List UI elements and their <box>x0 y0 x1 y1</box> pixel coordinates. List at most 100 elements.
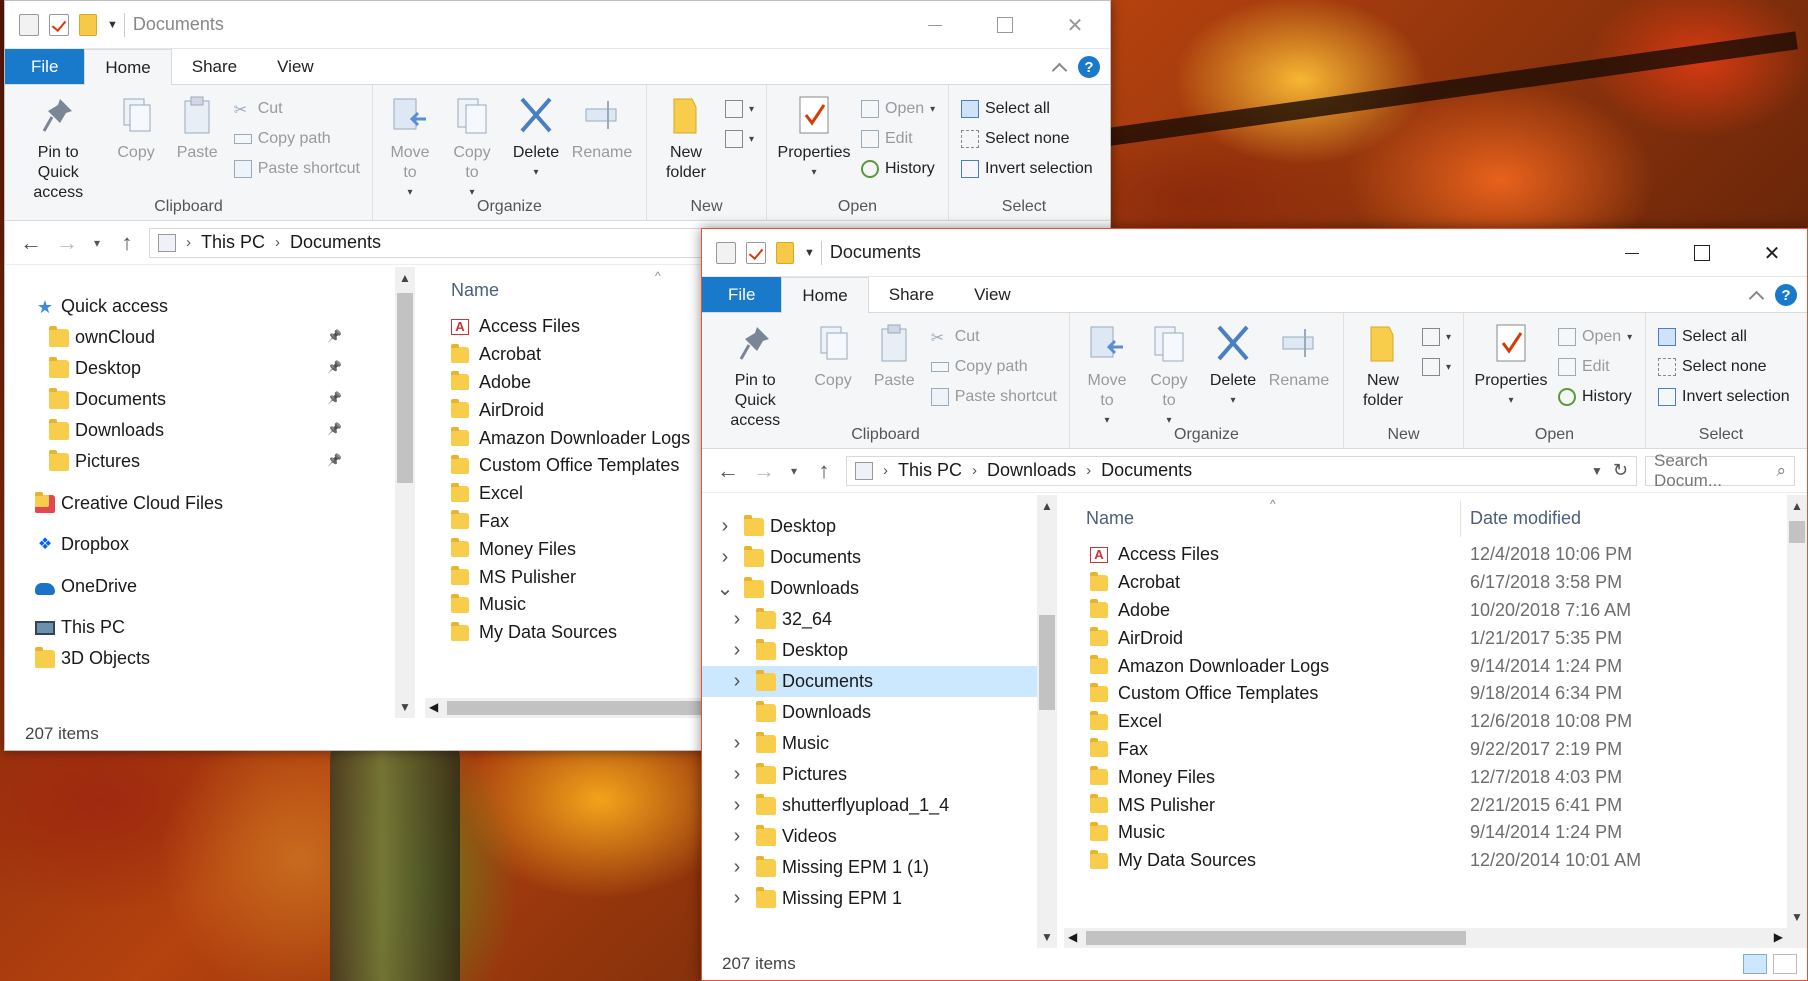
nav-item[interactable]: › Music <box>702 728 1037 759</box>
paste-shortcut-button[interactable]: Paste shortcut <box>930 385 1057 409</box>
invert-selection-button[interactable]: Invert selection <box>1658 385 1790 409</box>
tab-share[interactable]: Share <box>869 277 954 312</box>
tab-view[interactable]: View <box>954 277 1031 312</box>
nav-item[interactable]: › Desktop <box>702 635 1037 666</box>
chevron-right-icon[interactable]: › <box>726 887 748 910</box>
help-icon[interactable]: ? <box>1775 284 1797 306</box>
open-button[interactable]: Open ▾ <box>861 97 935 121</box>
paste-shortcut-button[interactable]: Paste shortcut <box>233 157 360 181</box>
file-row[interactable]: Adobe 10/20/2018 7:16 AM <box>1064 597 1787 625</box>
file-row[interactable]: Excel 12/6/2018 10:08 PM <box>1064 708 1787 736</box>
column-header-name[interactable]: Name <box>1086 508 1134 529</box>
address-bar[interactable]: › This PC › Downloads › Documents ▼ ↻ <box>846 455 1637 486</box>
minimize-button[interactable] <box>900 1 970 49</box>
nav-item[interactable]: ❖ Dropbox <box>35 529 129 560</box>
breadcrumb-documents[interactable]: Documents <box>290 232 381 253</box>
scroll-left-icon[interactable]: ◀ <box>1068 930 1077 944</box>
scroll-down-icon[interactable]: ▼ <box>1037 930 1057 944</box>
scroll-down-icon[interactable]: ▼ <box>395 700 415 714</box>
nav-item[interactable]: › 32_64 <box>702 604 1037 635</box>
pinned-icon[interactable]: 📌 <box>327 453 342 467</box>
scroll-up-icon[interactable]: ▲ <box>395 271 415 285</box>
breadcrumb-separator-icon[interactable]: › <box>1086 462 1091 479</box>
maximize-button[interactable] <box>1667 229 1737 277</box>
scroll-up-icon[interactable]: ▲ <box>1037 499 1057 513</box>
file-row[interactable]: Money Files 12/7/2018 4:03 PM <box>1064 763 1787 791</box>
checkmark-qat-icon[interactable] <box>49 13 69 36</box>
up-button[interactable]: ↑ <box>810 458 838 484</box>
nav-item[interactable]: ⌄ Downloads <box>702 573 1037 604</box>
history-button[interactable]: History <box>1558 385 1632 409</box>
history-button[interactable]: History <box>861 157 935 181</box>
recent-locations-icon[interactable]: ▾ <box>89 236 105 250</box>
tab-file[interactable]: File <box>702 277 782 312</box>
select-none-button[interactable]: Select none <box>1658 355 1790 379</box>
column-divider[interactable] <box>1460 501 1461 537</box>
scroll-down-icon[interactable]: ▼ <box>1787 910 1807 924</box>
select-all-button[interactable]: Select all <box>1658 325 1790 349</box>
checkmark-qat-icon[interactable] <box>746 241 766 264</box>
nav-item[interactable]: › shutterflyupload_1_4 <box>702 790 1037 821</box>
pinned-icon[interactable]: 📌 <box>327 391 342 405</box>
easy-access-button[interactable]: ▾ <box>724 127 754 151</box>
nav-item[interactable]: Downloads <box>49 415 164 446</box>
file-list-pane[interactable]: Name ^ Date modified A Access Files 12/4/2… <box>1064 495 1787 948</box>
chevron-right-icon[interactable]: › <box>714 546 736 569</box>
forward-button[interactable]: → <box>750 458 778 484</box>
breadcrumb-documents[interactable]: Documents <box>1101 460 1192 481</box>
nav-item[interactable]: Pictures <box>49 446 140 477</box>
copy-path-button[interactable]: Copy path <box>233 127 360 151</box>
file-row[interactable]: MS Pulisher 2/21/2015 6:41 PM <box>1064 791 1787 819</box>
open-button[interactable]: Open ▾ <box>1558 325 1632 349</box>
file-row[interactable]: A Access Files 12/4/2018 10:06 PM <box>1064 541 1787 569</box>
breadcrumb-separator-icon[interactable]: › <box>883 462 888 479</box>
new-folder-qat-icon[interactable] <box>776 241 794 264</box>
properties-qat-icon[interactable] <box>716 241 736 264</box>
edit-button[interactable]: Edit <box>1558 355 1632 379</box>
navigation-pane-scrollbar[interactable]: ▲ ▼ <box>1037 495 1057 948</box>
recent-locations-icon[interactable]: ▾ <box>786 464 802 478</box>
back-button[interactable]: ← <box>17 230 45 256</box>
tab-file[interactable]: File <box>5 49 85 84</box>
file-list-scrollbar[interactable]: ▲ ▼ <box>1787 495 1807 948</box>
qat-dropdown-icon[interactable]: ▼ <box>804 247 815 259</box>
file-row[interactable]: Custom Office Templates 9/18/2014 6:34 PM <box>1064 680 1787 708</box>
new-folder-qat-icon[interactable] <box>79 13 97 36</box>
column-header-date-modified[interactable]: Date modified <box>1470 508 1581 529</box>
nav-item[interactable]: › Documents <box>702 542 1037 573</box>
nav-item-selected[interactable]: › Documents <box>702 666 1037 697</box>
maximize-button[interactable] <box>970 1 1040 49</box>
tab-view[interactable]: View <box>257 49 334 84</box>
minimize-button[interactable] <box>1597 229 1667 277</box>
explorer-window-front[interactable]: ▼ Documents ✕ File Home Share View ? Pin… <box>701 228 1808 981</box>
scroll-up-icon[interactable]: ▲ <box>1787 499 1807 513</box>
edit-button[interactable]: Edit <box>861 127 935 151</box>
chevron-right-icon[interactable]: › <box>714 515 736 538</box>
nav-item[interactable]: › Pictures <box>702 759 1037 790</box>
chevron-right-icon[interactable]: › <box>726 825 748 848</box>
address-dropdown-icon[interactable]: ▼ <box>1591 464 1603 478</box>
scroll-right-icon[interactable]: ▶ <box>1774 930 1783 944</box>
up-button[interactable]: ↑ <box>113 230 141 256</box>
properties-qat-icon[interactable] <box>19 13 39 36</box>
nav-item[interactable]: › Videos <box>702 821 1037 852</box>
breadcrumb-this-pc[interactable]: This PC <box>898 460 962 481</box>
help-icon[interactable]: ? <box>1078 56 1100 78</box>
nav-item[interactable]: 3D Objects <box>35 643 150 674</box>
copy-path-button[interactable]: Copy path <box>930 355 1057 379</box>
tab-share[interactable]: Share <box>172 49 257 84</box>
chevron-right-icon[interactable]: › <box>726 608 748 631</box>
nav-item[interactable]: › Desktop <box>702 511 1037 542</box>
scrollbar-thumb[interactable] <box>1039 615 1055 710</box>
breadcrumb-separator-icon[interactable]: › <box>275 234 280 251</box>
nav-item[interactable]: This PC <box>35 612 125 643</box>
new-item-button[interactable]: ▾ <box>1421 325 1451 349</box>
file-row[interactable]: Music 9/14/2014 1:24 PM <box>1064 819 1787 847</box>
breadcrumb-downloads[interactable]: Downloads <box>987 460 1076 481</box>
navigation-pane-scrollbar[interactable]: ▲ ▼ <box>395 267 415 718</box>
file-row[interactable]: Amazon Downloader Logs 9/14/2014 1:24 PM <box>1064 652 1787 680</box>
large-icons-view-icon[interactable] <box>1773 954 1797 974</box>
breadcrumb-separator-icon[interactable]: › <box>186 234 191 251</box>
close-button[interactable]: ✕ <box>1040 1 1110 49</box>
file-row[interactable]: Fax 9/22/2017 2:19 PM <box>1064 736 1787 764</box>
